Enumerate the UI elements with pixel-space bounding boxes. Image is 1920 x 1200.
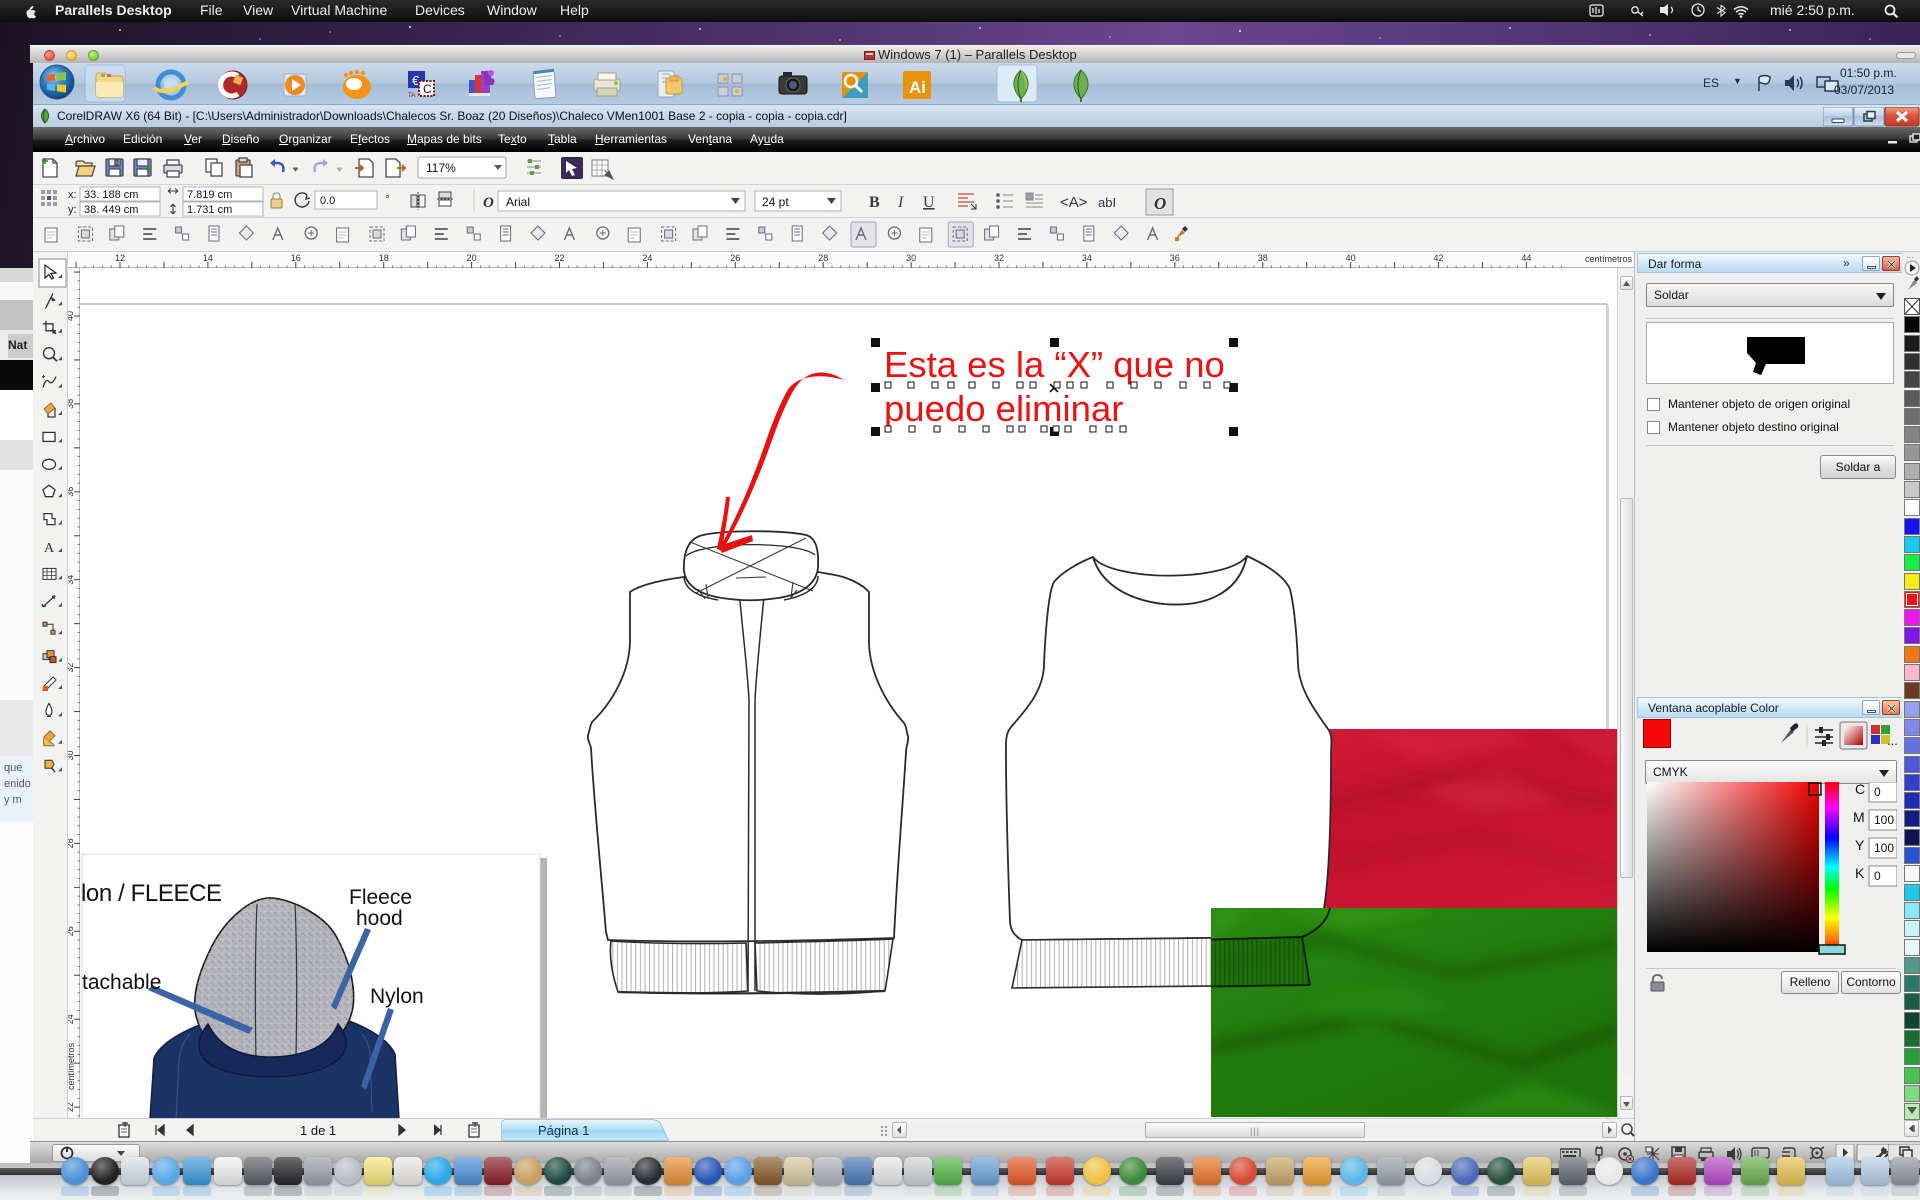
svg-text:38: 38 xyxy=(1258,253,1268,263)
svg-text:18: 18 xyxy=(379,253,389,263)
svg-text:...: ... xyxy=(1887,733,1897,748)
svg-text:O: O xyxy=(1154,194,1166,213)
svg-text:36: 36 xyxy=(1170,253,1180,263)
svg-text:34: 34 xyxy=(1082,253,1092,263)
svg-text:°: ° xyxy=(385,192,390,206)
svg-text:20: 20 xyxy=(467,253,477,263)
svg-text:0: 0 xyxy=(1874,785,1881,799)
svg-text:O: O xyxy=(483,195,494,211)
svg-text:100: 100 xyxy=(1874,813,1894,827)
svg-text:14: 14 xyxy=(203,253,213,263)
svg-text:32: 32 xyxy=(994,253,1004,263)
svg-text:117%: 117% xyxy=(426,161,456,175)
svg-text:puedo eliminar: puedo eliminar xyxy=(884,388,1123,429)
svg-text:tachable: tachable xyxy=(82,971,161,994)
svg-text:24: 24 xyxy=(642,253,652,263)
svg-text:˂A˃: ˂A˃ xyxy=(1060,194,1088,211)
svg-text:24: 24 xyxy=(68,1014,75,1024)
svg-text:32: 32 xyxy=(68,663,75,673)
svg-text:Página 1: Página 1 xyxy=(538,1123,589,1138)
svg-text:...: ... xyxy=(1906,252,1914,260)
svg-text:abΙ: abΙ xyxy=(1098,195,1116,210)
svg-text:33. 188 cm: 33. 188 cm xyxy=(84,189,138,201)
svg-text:38: 38 xyxy=(68,399,75,409)
svg-text:centímetros: centímetros xyxy=(68,1042,76,1090)
svg-text:26: 26 xyxy=(68,926,75,936)
svg-text:28: 28 xyxy=(68,838,75,848)
svg-text:C: C xyxy=(1855,782,1865,797)
svg-text:0.0: 0.0 xyxy=(320,195,335,207)
svg-text:Y: Y xyxy=(1855,837,1865,853)
svg-text:TA: TA xyxy=(408,93,415,99)
svg-text:lon / FLEECE: lon / FLEECE xyxy=(81,880,222,907)
svg-text:34: 34 xyxy=(68,575,75,585)
svg-text:centímetros: centímetros xyxy=(1585,254,1633,264)
svg-text:hood: hood xyxy=(356,907,403,930)
svg-text:Nylon: Nylon xyxy=(370,985,424,1008)
svg-text:0: 0 xyxy=(1874,869,1881,883)
svg-text:B: B xyxy=(869,194,880,211)
svg-text:Fleece: Fleece xyxy=(349,886,412,909)
svg-text:7.819 cm: 7.819 cm xyxy=(187,189,232,201)
svg-text:y:: y: xyxy=(68,204,77,216)
svg-text:Ai: Ai xyxy=(909,78,926,97)
svg-text:42: 42 xyxy=(1433,253,1443,263)
svg-text:30: 30 xyxy=(906,253,916,263)
svg-text:A: A xyxy=(44,541,55,556)
svg-text:40: 40 xyxy=(1346,253,1356,263)
svg-text:K: K xyxy=(1855,865,1865,881)
svg-text:30: 30 xyxy=(68,750,75,760)
svg-text:28: 28 xyxy=(818,253,828,263)
svg-text:12: 12 xyxy=(115,253,125,263)
svg-text:x:: x: xyxy=(68,189,77,201)
svg-text:I: I xyxy=(897,194,904,211)
svg-text:Arial: Arial xyxy=(506,195,530,209)
svg-text:44: 44 xyxy=(1521,253,1531,263)
svg-text:22: 22 xyxy=(554,253,564,263)
svg-text:100: 100 xyxy=(1874,841,1894,855)
svg-text:36: 36 xyxy=(68,487,75,497)
svg-text:C: C xyxy=(423,82,432,96)
svg-text:40: 40 xyxy=(68,311,75,321)
svg-text:26: 26 xyxy=(730,253,740,263)
svg-text:38. 449 cm: 38. 449 cm xyxy=(84,204,138,216)
svg-text:1.731 cm: 1.731 cm xyxy=(187,204,232,216)
svg-text:Esta es la “X” que no: Esta es la “X” que no xyxy=(884,344,1225,385)
svg-text:22: 22 xyxy=(68,1102,75,1112)
svg-text:24 pt: 24 pt xyxy=(762,195,789,209)
svg-text:16: 16 xyxy=(291,253,301,263)
svg-text:U: U xyxy=(923,194,935,211)
svg-text:M: M xyxy=(1853,809,1865,825)
svg-text:1 de 1: 1 de 1 xyxy=(300,1123,336,1138)
